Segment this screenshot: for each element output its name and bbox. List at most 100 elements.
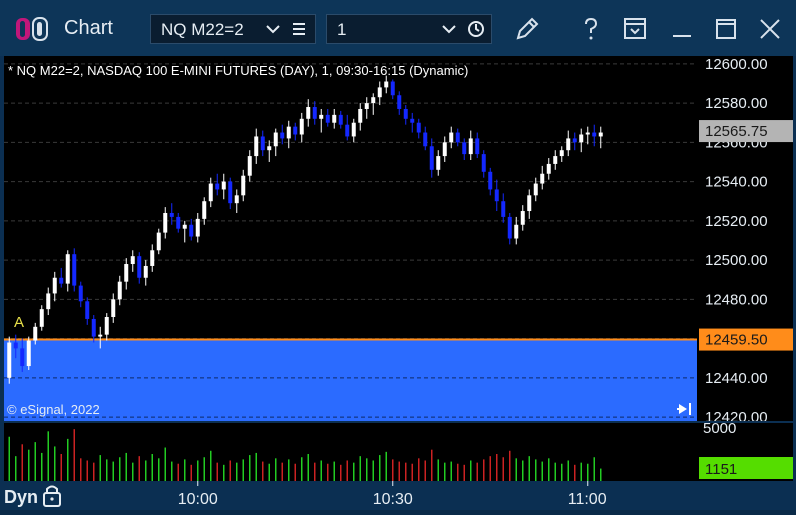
esignal-logo-icon [16,17,48,41]
candle-body [26,340,31,367]
candle-body [65,254,70,284]
time-axis[interactable]: Dyn 10:00 10:30 11:00 [0,481,796,510]
pencil-draw-icon[interactable] [512,14,542,44]
candle-body [299,118,304,135]
candle-body [507,216,512,239]
candle [423,126,428,151]
symbol-selector[interactable]: NQ M22=2 [150,14,316,44]
candle-body [592,132,597,137]
candle [345,114,350,141]
reference-price-box: 12459.50 [699,328,793,351]
candle-body [371,97,376,104]
lock-icon[interactable] [43,485,61,507]
candle [280,124,285,145]
candle [7,336,12,384]
candle-body [345,124,350,137]
candle [540,165,545,190]
candle-body [104,316,109,335]
watermark: © eSignal, 2022 [7,402,100,417]
close-icon[interactable] [755,14,785,44]
grid-lines [4,63,697,340]
candle-body [553,156,558,164]
candle-body [221,181,226,190]
candle [150,244,155,272]
price-chart-svg[interactable]: * NQ M22=2, NASDAQ 100 E-MINI FUTURES (D… [4,56,697,421]
volume-axis: 5000 1151 [697,420,793,481]
price-tick-label: 12580.00 [705,95,768,112]
candle [520,205,525,231]
candle-body [494,189,499,202]
candle-body [111,299,116,317]
candle-body [46,293,51,310]
candle [117,275,122,306]
candle [475,132,480,159]
candle-body [540,173,545,184]
interval-value: 1 [337,20,347,39]
candle-body [306,107,311,119]
price-chart-pane[interactable]: * NQ M22=2, NASDAQ 100 E-MINI FUTURES (D… [4,56,697,421]
candle [527,189,532,219]
candle [111,293,116,323]
list-menu-icon[interactable] [290,19,308,39]
volume-current-label: 1151 [705,461,737,478]
candle-body [351,122,356,137]
candle [501,193,506,223]
candle [215,173,220,196]
minimize-icon[interactable] [667,14,697,44]
candle [384,75,389,94]
candle [371,93,376,115]
time-tick-label: 11:00 [568,491,607,508]
candle-body [520,211,525,225]
candle-body [377,87,382,98]
candle [273,128,278,157]
candle-body [176,216,181,229]
candle [598,126,603,149]
candle [364,97,369,119]
candle [26,336,31,370]
volume-pane[interactable] [4,423,697,481]
price-axis[interactable]: 12600.00 12580.00 12560.00 12540.00 12520.00… [697,56,793,421]
dynamic-mode-label[interactable]: Dyn [4,487,38,507]
candle [52,271,57,302]
candle-body [85,301,90,319]
candle-body [202,201,207,219]
candle-body [514,224,519,239]
candle-body [52,277,57,294]
candle-body [215,183,220,190]
candle-body [449,132,454,143]
candle-body [260,136,265,151]
chevron-down-icon[interactable] [263,19,283,39]
candle-body [182,224,187,229]
volume-svg [8,429,602,481]
candle-body [247,156,252,176]
candle-body [325,114,330,123]
title-bar: Chart NQ M22=2 1 [0,0,796,56]
reference-price-label: 12459.50 [705,332,768,349]
help-icon[interactable] [576,14,606,44]
candle [416,118,421,139]
candle [390,79,395,100]
annotation-marker[interactable]: A [14,314,24,331]
candle-body [475,138,480,155]
candle-body [98,334,103,337]
candle [65,250,70,292]
candle-body [293,126,298,135]
candle [228,177,233,210]
candle [338,110,343,129]
chevron-down-icon[interactable] [439,19,459,39]
interval-selector[interactable]: 1 [326,14,492,44]
candle-body [384,81,389,88]
clock-icon[interactable] [466,19,486,39]
candle [351,118,356,143]
candle [546,158,551,180]
candle [507,212,512,245]
candle-body [312,107,317,119]
time-tick-label: 10:00 [178,491,218,508]
candle [553,150,558,170]
maximize-icon[interactable] [711,14,741,44]
candle-body [267,146,272,151]
candle [358,103,363,131]
save-template-icon[interactable] [620,14,650,44]
candle-body [455,132,460,143]
price-tick-label: 12440.00 [705,370,768,387]
